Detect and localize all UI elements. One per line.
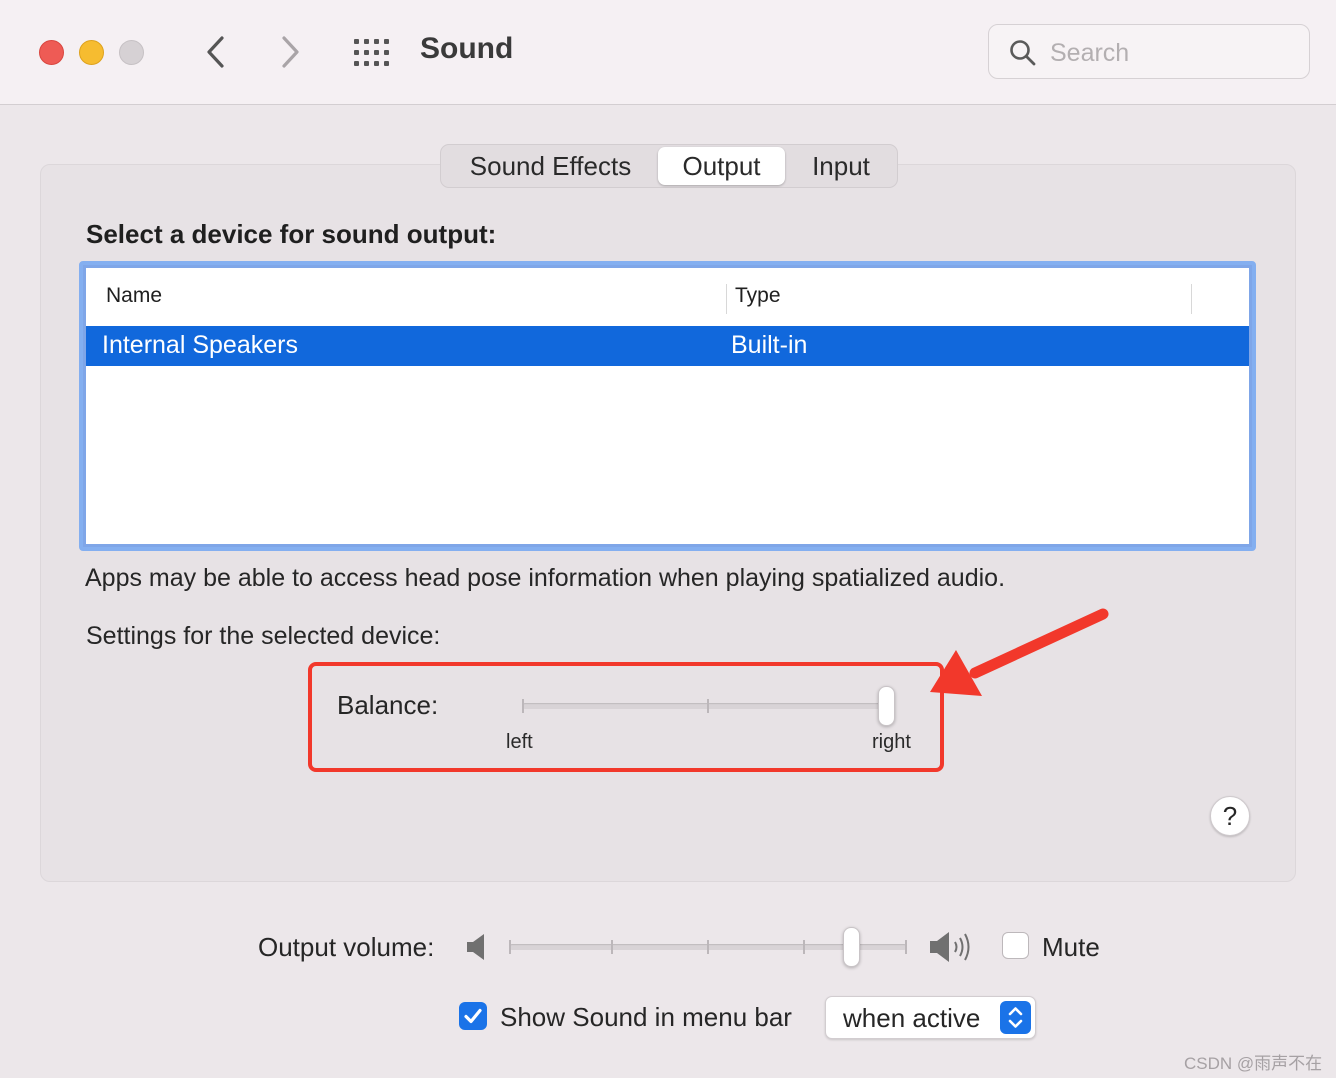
popup-stepper [1000,1001,1031,1034]
balance-slider-knob[interactable] [878,686,895,726]
forward-button[interactable] [272,32,308,72]
search-field[interactable]: Search [988,24,1310,79]
show-all-button[interactable] [353,38,391,68]
tab-input[interactable]: Input [793,145,889,187]
column-divider [726,284,727,314]
slider-tick [522,699,524,713]
segmented-tabs: Sound Effects Output Input [440,144,898,188]
chevron-left-icon [207,36,224,68]
device-type-cell: Built-in [731,331,808,359]
balance-label: Balance: [337,690,439,720]
column-divider [1191,284,1192,314]
tab-output[interactable]: Output [658,147,785,185]
chevron-right-icon [282,36,299,68]
updown-chevron-icon [1008,1007,1023,1028]
column-header-type[interactable]: Type [735,284,781,308]
grid-icon [354,39,389,66]
popup-selected-value: when active [843,1003,981,1033]
title-bar: Sound Search [0,0,1336,105]
slider-tick [707,699,709,713]
slider-tick [611,940,613,954]
output-volume-label: Output volume: [258,932,435,962]
mute-label: Mute [1042,932,1100,962]
speaker-high-icon [930,932,970,962]
back-button[interactable] [198,32,234,72]
menu-bar-visibility-popup[interactable]: when active [825,996,1036,1039]
show-sound-in-menu-bar-checkbox[interactable] [459,1002,487,1030]
window-title: Sound [420,32,514,65]
mute-checkbox[interactable] [1002,932,1029,959]
show-sound-in-menu-bar-label: Show Sound in menu bar [500,1002,792,1032]
output-volume-slider-knob[interactable] [843,927,861,967]
watermark: CSDN @雨声不在 [1184,1054,1323,1073]
section-heading: Select a device for sound output: [86,219,497,249]
settings-label: Settings for the selected device: [86,622,441,650]
head-pose-info-text: Apps may be able to access head pose inf… [85,564,1006,592]
search-placeholder: Search [1050,39,1130,67]
zoom-window-button[interactable] [119,40,144,65]
search-icon [1010,40,1036,66]
help-icon: ? [1222,801,1238,831]
slider-tick [509,940,511,954]
table-row[interactable]: Internal Speakers Built-in [86,326,1249,366]
close-window-button[interactable] [39,40,64,65]
speaker-low-icon [467,934,484,960]
slider-tick [803,940,805,954]
balance-left-label: left [506,731,533,753]
annotation-arrow-icon [930,608,1109,696]
device-name-cell: Internal Speakers [102,331,298,359]
minimize-window-button[interactable] [79,40,104,65]
help-button[interactable]: ? [1210,796,1250,836]
balance-right-label: right [872,731,911,753]
column-header-name[interactable]: Name [106,284,162,308]
slider-tick [905,940,907,954]
checkmark-icon [464,1008,482,1024]
slider-tick [707,940,709,954]
device-table[interactable]: Name Type Internal Speakers Built-in [79,261,1256,551]
tab-sound-effects[interactable]: Sound Effects [453,145,648,187]
